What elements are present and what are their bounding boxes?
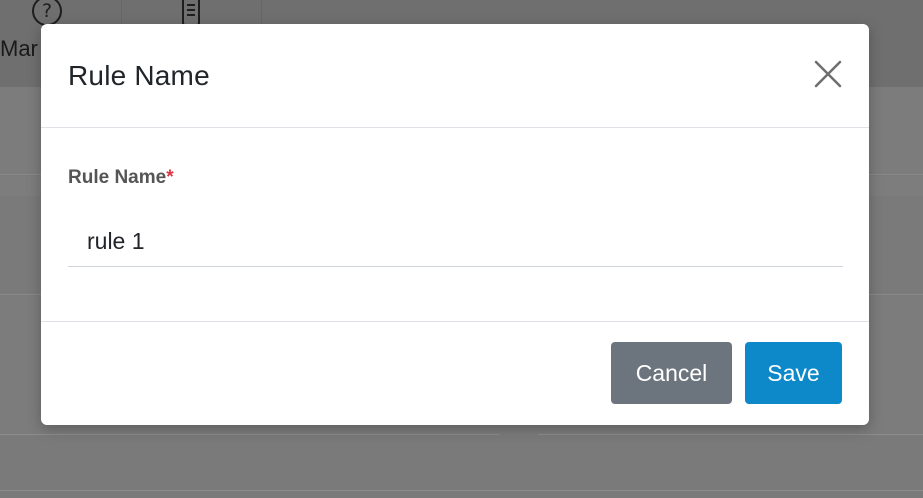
help-icon: ?	[32, 0, 62, 26]
dialog-header: Rule Name	[41, 24, 869, 128]
dialog-title: Rule Name	[68, 60, 210, 91]
background-help-label: Mar	[0, 36, 38, 61]
background-document-button	[122, 0, 262, 26]
cancel-button[interactable]: Cancel	[611, 342, 732, 404]
document-icon	[182, 0, 200, 26]
save-button[interactable]: Save	[745, 342, 842, 404]
required-marker: *	[166, 167, 174, 188]
rule-name-label-text: Rule Name	[68, 167, 167, 188]
background-divider	[0, 490, 923, 491]
dialog-footer: Cancel Save	[41, 321, 869, 425]
close-icon	[814, 60, 842, 88]
rule-name-label: Rule Name*	[68, 167, 174, 189]
dialog-body: Rule Name*	[41, 129, 869, 321]
background-divider	[538, 434, 923, 435]
background-help-button: ? Mar	[0, 0, 122, 61]
rule-name-input[interactable]	[68, 217, 843, 267]
background-divider	[0, 434, 500, 435]
rule-name-dialog: Rule Name Rule Name* Cancel Save	[41, 24, 869, 425]
close-button[interactable]	[810, 56, 846, 92]
